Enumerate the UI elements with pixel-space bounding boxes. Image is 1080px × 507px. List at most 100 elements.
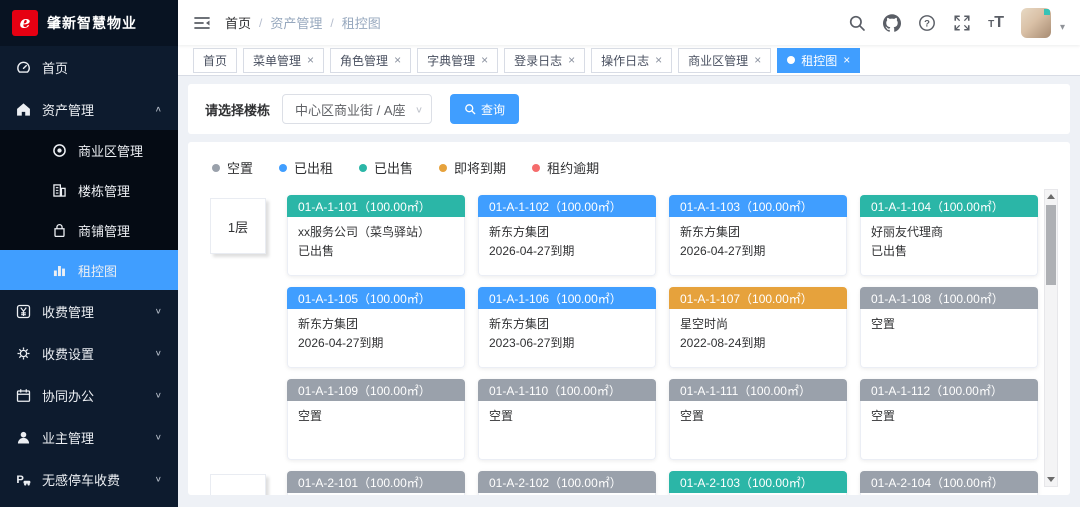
room-card[interactable]: 01-A-2-103（100.00㎡）星空时尚 [669, 471, 847, 495]
room-card[interactable]: 01-A-1-104（100.00㎡）好丽友代理商已出售 [860, 195, 1038, 276]
room-card-title: 01-A-2-101（100.00㎡） [287, 471, 465, 493]
tab-商业区管理[interactable]: 商业区管理× [678, 48, 771, 73]
scrollbar-down-button[interactable] [1045, 473, 1057, 486]
caret-down-icon[interactable]: ▾ [1060, 22, 1065, 33]
sidebar-item-user[interactable]: 业主管理 ∨ [0, 416, 178, 458]
sidebar-collapse-icon[interactable] [193, 14, 211, 32]
content-area: 请选择楼栋 中心区商业街 / A座 ∨ 查询 空置已出租已出售即将到期租约逾期 … [178, 76, 1080, 507]
sidebar-item-fee-settings[interactable]: 收费设置 ∨ [0, 332, 178, 374]
room-card[interactable]: 01-A-1-107（100.00㎡）星空时尚2022-08-24到期 [669, 287, 847, 368]
room-card[interactable]: 01-A-2-101（100.00㎡）空置 [287, 471, 465, 495]
font-size-icon[interactable]: TT [988, 14, 1004, 32]
github-icon[interactable] [883, 14, 901, 32]
room-card[interactable]: 01-A-2-104（100.00㎡）空置 [860, 471, 1038, 495]
tab-首页[interactable]: 首页 [193, 48, 237, 73]
scrollbar-up-button[interactable] [1045, 190, 1057, 203]
room-card-title: 01-A-2-102（100.00㎡） [478, 471, 656, 493]
legend-label: 空置 [227, 158, 253, 177]
calendar-icon [16, 388, 31, 403]
room-card[interactable]: 01-A-1-101（100.00㎡）xx服务公司（菜鸟驿站）已出售 [287, 195, 465, 276]
chevron-down-icon: ∨ [415, 104, 423, 114]
sidebar-item-compass[interactable]: 商业区管理 [0, 130, 178, 170]
breadcrumb-item[interactable]: 首页 [225, 13, 251, 32]
room-card[interactable]: 01-A-1-112（100.00㎡）空置 [860, 379, 1038, 460]
tab-菜单管理[interactable]: 菜单管理× [243, 48, 324, 73]
room-card-title: 01-A-1-110（100.00㎡） [478, 379, 656, 401]
building-select-label: 请选择楼栋 [205, 100, 270, 119]
tab-操作日志[interactable]: 操作日志× [591, 48, 672, 73]
room-grid: 01-A-1-101（100.00㎡）xx服务公司（菜鸟驿站）已出售01-A-1… [287, 195, 1038, 460]
tab-租控图[interactable]: 租控图× [777, 48, 860, 73]
breadcrumb-item[interactable]: 资产管理 [270, 13, 322, 32]
search-button[interactable]: 查询 [450, 94, 519, 124]
room-card-body: 星空时尚2022-08-24到期 [669, 309, 847, 368]
room-card[interactable]: 01-A-1-109（100.00㎡）空置 [287, 379, 465, 460]
legend-item-expiring: 即将到期 [439, 158, 506, 177]
avatar[interactable] [1021, 8, 1051, 38]
close-icon[interactable]: × [568, 54, 575, 66]
sidebar-item-yen[interactable]: 收费管理∨ [0, 290, 178, 332]
sidebar-menu: 首页资产管理∧商业区管理楼栋管理商铺管理租控图收费管理∨收费设置∨协同办公∨业主… [0, 46, 178, 507]
sidebar-item-calendar[interactable]: 协同办公∨ [0, 374, 178, 416]
floor-label-col: 1层 [210, 195, 287, 460]
scrollbar-thumb[interactable] [1046, 205, 1056, 285]
sidebar-item-label: 收费设置 [42, 344, 94, 363]
compass-icon [52, 143, 67, 158]
room-card[interactable]: 01-A-1-106（100.00㎡）新东方集团2023-06-27到期 [478, 287, 656, 368]
legend-item-vacant: 空置 [212, 158, 253, 177]
sidebar-item-report[interactable]: 统计报表∨ [0, 500, 178, 507]
floor-group: 2层01-A-2-101（100.00㎡）空置01-A-2-102（100.00… [210, 471, 1030, 495]
legend-item-sold: 已出售 [359, 158, 413, 177]
sidebar-item-building[interactable]: 楼栋管理 [0, 170, 178, 210]
room-card-title: 01-A-1-103（100.00㎡） [669, 195, 847, 217]
sidebar-item-shop[interactable]: 商铺管理 [0, 210, 178, 250]
sidebar-item-home[interactable]: 资产管理∧ [0, 88, 178, 130]
tab-字典管理[interactable]: 字典管理× [417, 48, 498, 73]
close-icon[interactable]: × [754, 54, 761, 66]
chevron-down-icon: ∨ [155, 349, 162, 358]
legend-dot [532, 164, 540, 172]
close-icon[interactable]: × [307, 54, 314, 66]
sidebar-item-parking[interactable]: P无感停车收费∨ [0, 458, 178, 500]
room-card-title: 01-A-2-104（100.00㎡） [860, 471, 1038, 493]
fullscreen-icon[interactable] [953, 14, 971, 32]
legend-dot [439, 164, 447, 172]
close-icon[interactable]: × [655, 54, 662, 66]
room-card[interactable]: 01-A-1-102（100.00㎡）新东方集团2026-04-27到期 [478, 195, 656, 276]
tabs-bar: 首页菜单管理×角色管理×字典管理×登录日志×操作日志×商业区管理×租控图× [178, 45, 1080, 76]
room-card[interactable]: 01-A-1-103（100.00㎡）新东方集团2026-04-27到期 [669, 195, 847, 276]
room-card[interactable]: 01-A-2-102（100.00㎡）空置 [478, 471, 656, 495]
navbar-actions: ? TT ▾ [848, 8, 1065, 38]
room-card[interactable]: 01-A-1-108（100.00㎡）空置 [860, 287, 1038, 368]
building-select[interactable]: 中心区商业街 / A座 ∨ [282, 94, 432, 124]
legend-item-rented: 已出租 [279, 158, 333, 177]
room-card-title: 01-A-1-101（100.00㎡） [287, 195, 465, 217]
room-card-title: 01-A-1-108（100.00㎡） [860, 287, 1038, 309]
close-icon[interactable]: × [843, 54, 850, 66]
chevron-down-icon: ∨ [155, 475, 162, 484]
help-icon[interactable]: ? [918, 14, 936, 32]
chevron-down-icon: ∨ [155, 433, 162, 442]
user-icon [16, 430, 31, 445]
room-card[interactable]: 01-A-1-110（100.00㎡）空置 [478, 379, 656, 460]
room-card-line: 空置 [680, 407, 836, 426]
sidebar-item-label: 商铺管理 [78, 221, 130, 240]
app-title: 肇新智慧物业 [47, 13, 137, 33]
breadcrumb-separator: / [330, 16, 333, 30]
tab-登录日志[interactable]: 登录日志× [504, 48, 585, 73]
board-scroll-area: 1层01-A-1-101（100.00㎡）xx服务公司（菜鸟驿站）已出售01-A… [210, 187, 1070, 495]
sidebar-item-label: 无感停车收费 [42, 470, 120, 489]
dashboard-icon [16, 60, 31, 75]
vertical-scrollbar[interactable] [1044, 189, 1058, 487]
app-logo[interactable]: e 肇新智慧物业 [0, 0, 178, 46]
sidebar-item-bar-chart[interactable]: 租控图 [0, 250, 178, 290]
tab-角色管理[interactable]: 角色管理× [330, 48, 411, 73]
sidebar-item-dashboard[interactable]: 首页 [0, 46, 178, 88]
sidebar-item-label: 业主管理 [42, 428, 94, 447]
search-icon[interactable] [848, 14, 866, 32]
room-card[interactable]: 01-A-1-105（100.00㎡）新东方集团2026-04-27到期 [287, 287, 465, 368]
room-card[interactable]: 01-A-1-111（100.00㎡）空置 [669, 379, 847, 460]
brand-logo-icon: e [12, 10, 38, 36]
close-icon[interactable]: × [394, 54, 401, 66]
close-icon[interactable]: × [481, 54, 488, 66]
